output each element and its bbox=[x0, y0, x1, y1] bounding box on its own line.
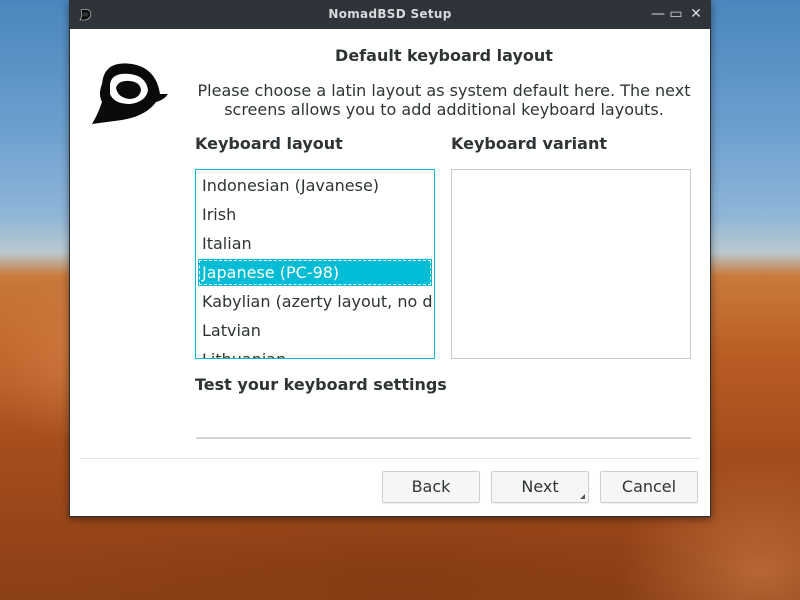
keyboard-variant-list[interactable] bbox=[451, 169, 691, 359]
page-description: Please choose a latin layout as system d… bbox=[197, 81, 691, 119]
close-button[interactable]: ✕ bbox=[688, 6, 704, 22]
list-item[interactable]: Irish bbox=[198, 201, 432, 228]
cancel-button[interactable]: Cancel bbox=[600, 471, 698, 503]
nomadbsd-logo bbox=[92, 63, 168, 124]
keyboard-layout-list[interactable]: Indonesian (Javanese) Irish Italian Japa… bbox=[195, 169, 435, 359]
keyboard-layout-label: Keyboard layout bbox=[195, 134, 343, 153]
window-title: NomadBSD Setup bbox=[328, 7, 452, 21]
menu-indicator-icon bbox=[580, 494, 585, 499]
button-separator bbox=[80, 458, 700, 459]
list-item[interactable]: Italian bbox=[198, 230, 432, 257]
list-item[interactable]: Kabylian (azerty layout, no dead keys) bbox=[198, 288, 432, 315]
test-keyboard-label: Test your keyboard settings bbox=[195, 375, 447, 394]
maximize-button[interactable]: ▭ bbox=[668, 6, 684, 22]
keyboard-test-input[interactable] bbox=[196, 437, 691, 439]
next-button-label: Next bbox=[521, 477, 559, 496]
desktop-background: NomadBSD Setup — ▭ ✕ Default keyboard la… bbox=[0, 0, 800, 600]
wizard-page: Default keyboard layout Please choose a … bbox=[70, 29, 710, 516]
minimize-button[interactable]: — bbox=[650, 6, 666, 22]
titlebar[interactable]: NomadBSD Setup — ▭ ✕ bbox=[70, 1, 710, 29]
setup-window: NomadBSD Setup — ▭ ✕ Default keyboard la… bbox=[69, 0, 711, 517]
page-title: Default keyboard layout bbox=[335, 46, 553, 65]
list-item-selected[interactable]: Japanese (PC-98) bbox=[198, 259, 432, 286]
back-button[interactable]: Back bbox=[382, 471, 480, 503]
list-item[interactable]: Latvian bbox=[198, 317, 432, 344]
keyboard-variant-label: Keyboard variant bbox=[451, 134, 607, 153]
cancel-button-label: Cancel bbox=[621, 477, 677, 496]
next-button[interactable]: Next bbox=[491, 471, 589, 503]
list-item[interactable]: Lithuanian bbox=[198, 346, 432, 358]
back-button-label: Back bbox=[411, 477, 451, 496]
list-item[interactable]: Indonesian (Javanese) bbox=[198, 172, 432, 199]
